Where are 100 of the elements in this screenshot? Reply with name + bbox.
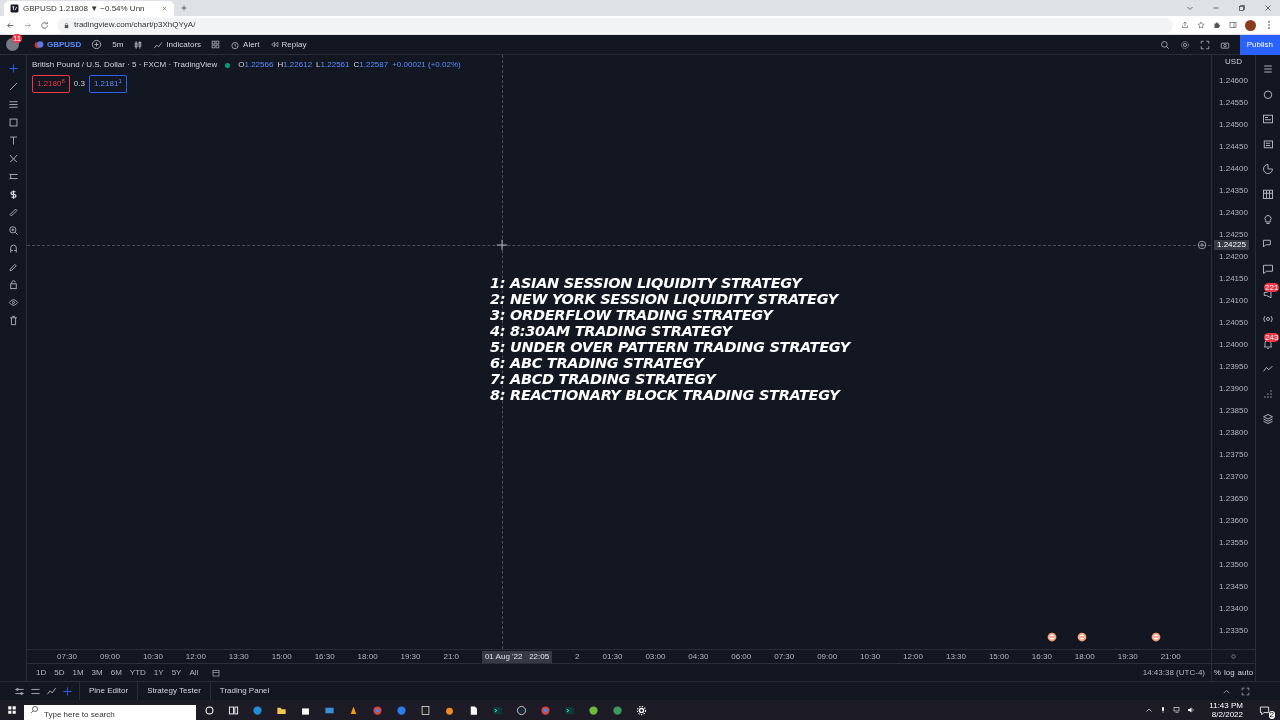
search-icon[interactable]: [1159, 39, 1170, 50]
ruler-icon[interactable]: [7, 207, 19, 218]
range-button[interactable]: 5Y: [171, 666, 182, 679]
dots-icon[interactable]: [1262, 388, 1274, 400]
taskbar-time[interactable]: 11:43 PM: [1209, 701, 1243, 710]
range-button[interactable]: 1M: [72, 666, 84, 679]
crosshair-icon[interactable]: [62, 685, 73, 697]
camera-icon[interactable]: [1219, 39, 1230, 50]
magnet-icon[interactable]: [7, 243, 19, 254]
range-button[interactable]: YTD: [129, 666, 146, 679]
trash-icon[interactable]: [7, 315, 19, 326]
range-button[interactable]: 6M: [110, 666, 122, 679]
new-tab-icon[interactable]: [180, 4, 188, 12]
parallel-lines-icon[interactable]: [7, 99, 19, 110]
document-icon[interactable]: [468, 704, 479, 716]
scale-option[interactable]: log: [1223, 666, 1235, 679]
price-label: 1.24250: [1219, 229, 1248, 239]
time-label: 12:00: [903, 650, 924, 663]
range-button[interactable]: All: [189, 666, 199, 679]
task-view-icon[interactable]: [228, 704, 239, 716]
alert-button[interactable]: Alert: [230, 38, 260, 51]
time-label: 07:30: [57, 650, 78, 663]
indicators-button[interactable]: Indicators: [153, 38, 202, 51]
cone-icon[interactable]: [348, 704, 359, 716]
range-button[interactable]: 1Y: [153, 666, 164, 679]
event-marker-icon[interactable]: [1151, 632, 1161, 642]
share-icon[interactable]: [1181, 21, 1189, 29]
pencil-icon[interactable]: [7, 261, 19, 272]
add-plus-icon[interactable]: [1197, 240, 1207, 250]
close-tab-icon[interactable]: [161, 5, 168, 12]
sidebar-icon[interactable]: [1229, 21, 1237, 29]
price-label: 1.23400: [1219, 603, 1248, 613]
time-label: 13:30: [228, 650, 249, 663]
publish-button[interactable]: Publish: [1239, 34, 1280, 55]
profile-avatar[interactable]: [1245, 19, 1256, 31]
calendar-icon[interactable]: [1262, 188, 1274, 200]
broadcast-icon[interactable]: [1262, 313, 1274, 325]
text-icon[interactable]: [7, 135, 19, 146]
sliders-icon[interactable]: [14, 685, 25, 697]
fullscreen-icon[interactable]: [1199, 39, 1210, 50]
time-label: 15:00: [271, 650, 292, 663]
lock-icon[interactable]: [7, 279, 19, 290]
chart-line-icon: [153, 39, 164, 50]
screener-icon[interactable]: [1262, 138, 1274, 150]
taskbar-date[interactable]: 8/2/2022: [1211, 710, 1243, 719]
event-marker-icon[interactable]: [1047, 632, 1057, 642]
lock-icon: [63, 21, 70, 29]
range-button[interactable]: 5D: [54, 666, 65, 679]
range-button[interactable]: 1D: [36, 666, 47, 679]
back-icon[interactable]: [6, 20, 15, 30]
address-field[interactable]: tradingview.com/chart/p3XhQYyA/: [57, 17, 1173, 33]
square-app-icon[interactable]: [420, 704, 431, 716]
time-label: 06:00: [731, 650, 752, 663]
zoom-in-icon[interactable]: [7, 225, 19, 236]
candles-icon[interactable]: [133, 39, 144, 50]
close-icon[interactable]: [1264, 4, 1272, 12]
list-icon[interactable]: [1262, 63, 1274, 75]
interval-button[interactable]: 5m: [112, 38, 124, 51]
pie-icon[interactable]: [1262, 163, 1274, 175]
circle-app-icon[interactable]: [396, 704, 407, 716]
eye-icon[interactable]: [7, 297, 19, 308]
chart-line-icon[interactable]: [46, 685, 57, 697]
browser-tab[interactable]: GBPUSD 1.21808 ▼ −0.54% Unn: [4, 1, 174, 16]
currency-selector[interactable]: USD: [1225, 55, 1242, 69]
windows-start-icon[interactable]: [7, 705, 17, 715]
rectangle-icon[interactable]: [7, 117, 19, 128]
timezone-clock[interactable]: 14:43:38 (UTC-4): [1142, 666, 1205, 679]
restore-icon[interactable]: [1238, 4, 1246, 12]
crosshair-icon[interactable]: [7, 63, 19, 74]
terminal-icon[interactable]: [492, 704, 503, 716]
lightbulb-icon[interactable]: [1262, 213, 1274, 225]
star-icon[interactable]: [1197, 21, 1205, 29]
time-label: 19:30: [1117, 650, 1138, 663]
chat-bubble-icon[interactable]: [1262, 263, 1274, 275]
sell-price-button[interactable]: 1.2180$^{8}$: [32, 75, 70, 93]
buy-price-button[interactable]: 1.2181$^{1}$: [88, 75, 127, 93]
speaker-icon[interactable]: [1187, 706, 1196, 714]
notification-center-icon[interactable]: [1259, 704, 1270, 716]
range-button[interactable]: 3M: [91, 666, 103, 679]
reload-icon[interactable]: [40, 20, 49, 30]
trend-line-icon[interactable]: [7, 81, 19, 92]
event-marker-icon[interactable]: [1077, 632, 1087, 642]
puzzle-icon[interactable]: [1213, 21, 1221, 29]
layers-icon[interactable]: [1262, 413, 1274, 425]
fullscreen-icon[interactable]: [1241, 686, 1250, 696]
calendar-icon[interactable]: [212, 668, 221, 677]
add-symbol-icon[interactable]: [91, 39, 103, 50]
network-icon[interactable]: [1173, 706, 1182, 714]
chart-logo-icon: [10, 4, 19, 13]
chat-bubbles-icon[interactable]: [1262, 238, 1274, 250]
scale-option[interactable]: %: [1213, 666, 1221, 679]
terminal-icon[interactable]: [564, 704, 575, 716]
scale-option[interactable]: auto: [1237, 666, 1254, 679]
news-icon[interactable]: [1262, 113, 1274, 125]
circle-icon[interactable]: [204, 704, 215, 716]
chevron-up-icon[interactable]: [1145, 706, 1154, 714]
symbol-button[interactable]: GBPUSD: [47, 38, 82, 51]
layout-grid-icon[interactable]: [211, 40, 221, 49]
replay-button[interactable]: Replay: [269, 38, 307, 51]
taskbar-search-field[interactable]: Type here to search: [24, 704, 196, 720]
